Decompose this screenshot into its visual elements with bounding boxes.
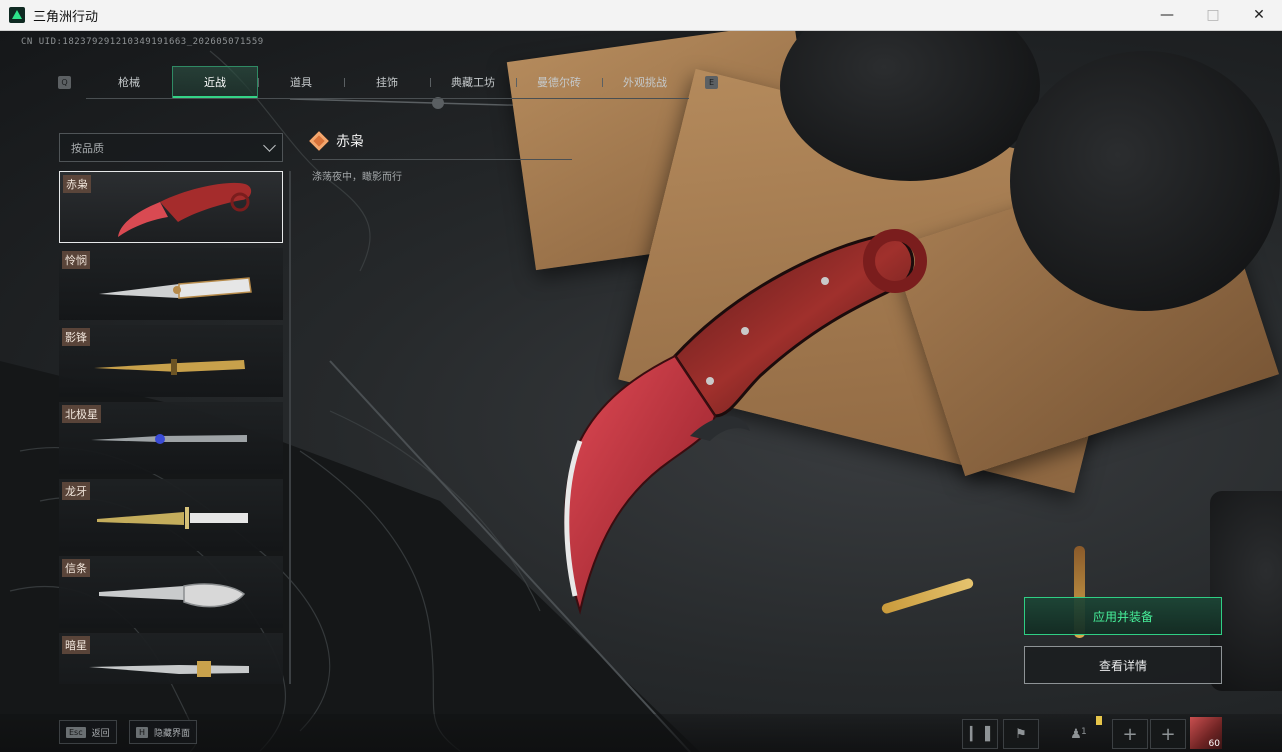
plus-icon: +	[1160, 723, 1176, 745]
filter-label: 按品质	[71, 141, 104, 155]
list-item-xintiao[interactable]: 信条	[59, 556, 283, 628]
tab-melee[interactable]: 近战	[171, 65, 258, 98]
flag-icon[interactable]: ⚑	[1003, 719, 1039, 749]
back-label: 返回	[91, 728, 110, 739]
glove-right-decoration	[1010, 51, 1280, 311]
friends-icon[interactable]: ♟	[1058, 719, 1094, 749]
game-viewport: CN UID:18237929121034919166​3_2026050715…	[0, 31, 1282, 752]
app-logo-icon	[9, 7, 25, 23]
list-item-lianmin[interactable]: 怜悯	[59, 248, 283, 320]
window-titlebar: 三角洲行动 — □ ✕	[0, 0, 1282, 31]
category-tabs: 枪械 近战 道具 挂饰 典藏工坊 曼德尔砖 外观挑战	[85, 65, 690, 99]
minimize-icon[interactable]: —	[1144, 0, 1190, 30]
item-name: 北极星	[62, 405, 101, 423]
apply-and-equip-button[interactable]: 应用并装备	[1024, 597, 1222, 635]
tab-mandel-brick[interactable]: 曼德尔砖	[515, 66, 602, 98]
melee-skin-list[interactable]: 赤枭 怜悯 影锋 北极星 龙牙 信条 暗星	[59, 171, 285, 684]
add-teammate-slot-2-button[interactable]: +	[1150, 719, 1186, 749]
category-tabbar: Q 枪械 近战 道具 挂饰 典藏工坊 曼德尔砖 外观挑战 E	[58, 65, 719, 99]
list-item-yingfeng[interactable]: 影锋	[59, 325, 283, 397]
view-details-button[interactable]: 查看详情	[1024, 646, 1222, 684]
item-name: 怜悯	[62, 251, 90, 269]
hide-ui-hint[interactable]: H 隐藏界面	[129, 720, 198, 744]
item-name: 龙牙	[62, 482, 90, 500]
plus-icon: +	[1122, 723, 1138, 745]
window-title: 三角洲行动	[33, 9, 99, 25]
tab-charms[interactable]: 挂饰	[343, 66, 430, 98]
knife-thumbnail-bayonet-icon	[97, 507, 248, 529]
selected-skin-title: 赤枭	[309, 131, 364, 151]
bottom-bar: Esc 返回 H 隐藏界面 ▎▐ ⚑ ♟ 1 + + 60	[0, 714, 1282, 752]
maximize-icon[interactable]: □	[1190, 0, 1236, 30]
window-controls: — □ ✕	[1144, 0, 1282, 30]
add-teammate-slot-1-button[interactable]: +	[1112, 719, 1148, 749]
tab-items[interactable]: 道具	[257, 66, 344, 98]
list-scrollbar[interactable]	[289, 171, 291, 684]
tab-appearance-challenge[interactable]: 外观挑战	[601, 66, 688, 98]
list-item-beijixing[interactable]: 北极星	[59, 402, 283, 474]
back-hint[interactable]: Esc 返回	[59, 720, 117, 744]
next-tab-key-hint[interactable]: E	[705, 75, 719, 89]
notification-badge-icon	[1096, 716, 1102, 725]
close-icon[interactable]: ✕	[1236, 0, 1282, 30]
item-name: 暗星	[62, 636, 90, 654]
knife-thumbnail-darkstar-icon	[89, 661, 249, 677]
list-item-anxing[interactable]: 暗星	[59, 633, 283, 684]
selected-skin-description: 涤荡夜中，瞰影而行	[312, 172, 402, 183]
h-key-icon: H	[136, 726, 149, 738]
karambit-knife-render	[564, 229, 927, 615]
knife-thumbnail-karambit-icon	[118, 182, 252, 237]
prev-tab-key-hint[interactable]: Q	[58, 75, 71, 89]
stats-icon[interactable]: ▎▐	[962, 719, 998, 749]
selected-skin-name: 赤枭	[336, 134, 364, 150]
esc-key-icon: Esc	[66, 726, 86, 738]
list-item-longya[interactable]: 龙牙	[59, 479, 283, 551]
detail-divider	[312, 159, 572, 160]
knife-thumbnail-gold-dagger-icon	[94, 359, 245, 375]
knife-thumbnail-folding-icon	[99, 277, 252, 299]
rarity-diamond-icon	[309, 131, 329, 151]
item-name: 赤枭	[63, 175, 91, 193]
tab-guns[interactable]: 枪械	[86, 66, 172, 98]
item-name: 影锋	[62, 328, 90, 346]
player-level: 60	[1208, 739, 1220, 749]
hide-ui-label: 隐藏界面	[154, 728, 191, 739]
tab-collection-workshop[interactable]: 典藏工坊	[429, 66, 516, 98]
quality-filter-dropdown[interactable]: 按品质	[59, 133, 283, 162]
player-avatar[interactable]: 60	[1190, 717, 1222, 749]
list-item-chixiao[interactable]: 赤枭	[59, 171, 283, 243]
player-uid: CN UID:18237929121034919166​3_2026050715…	[21, 37, 264, 47]
chevron-down-icon	[263, 138, 276, 152]
item-name: 信条	[62, 559, 90, 577]
friends-count: 1	[1081, 727, 1087, 737]
knife-thumbnail-knuckle-icon	[99, 583, 246, 608]
